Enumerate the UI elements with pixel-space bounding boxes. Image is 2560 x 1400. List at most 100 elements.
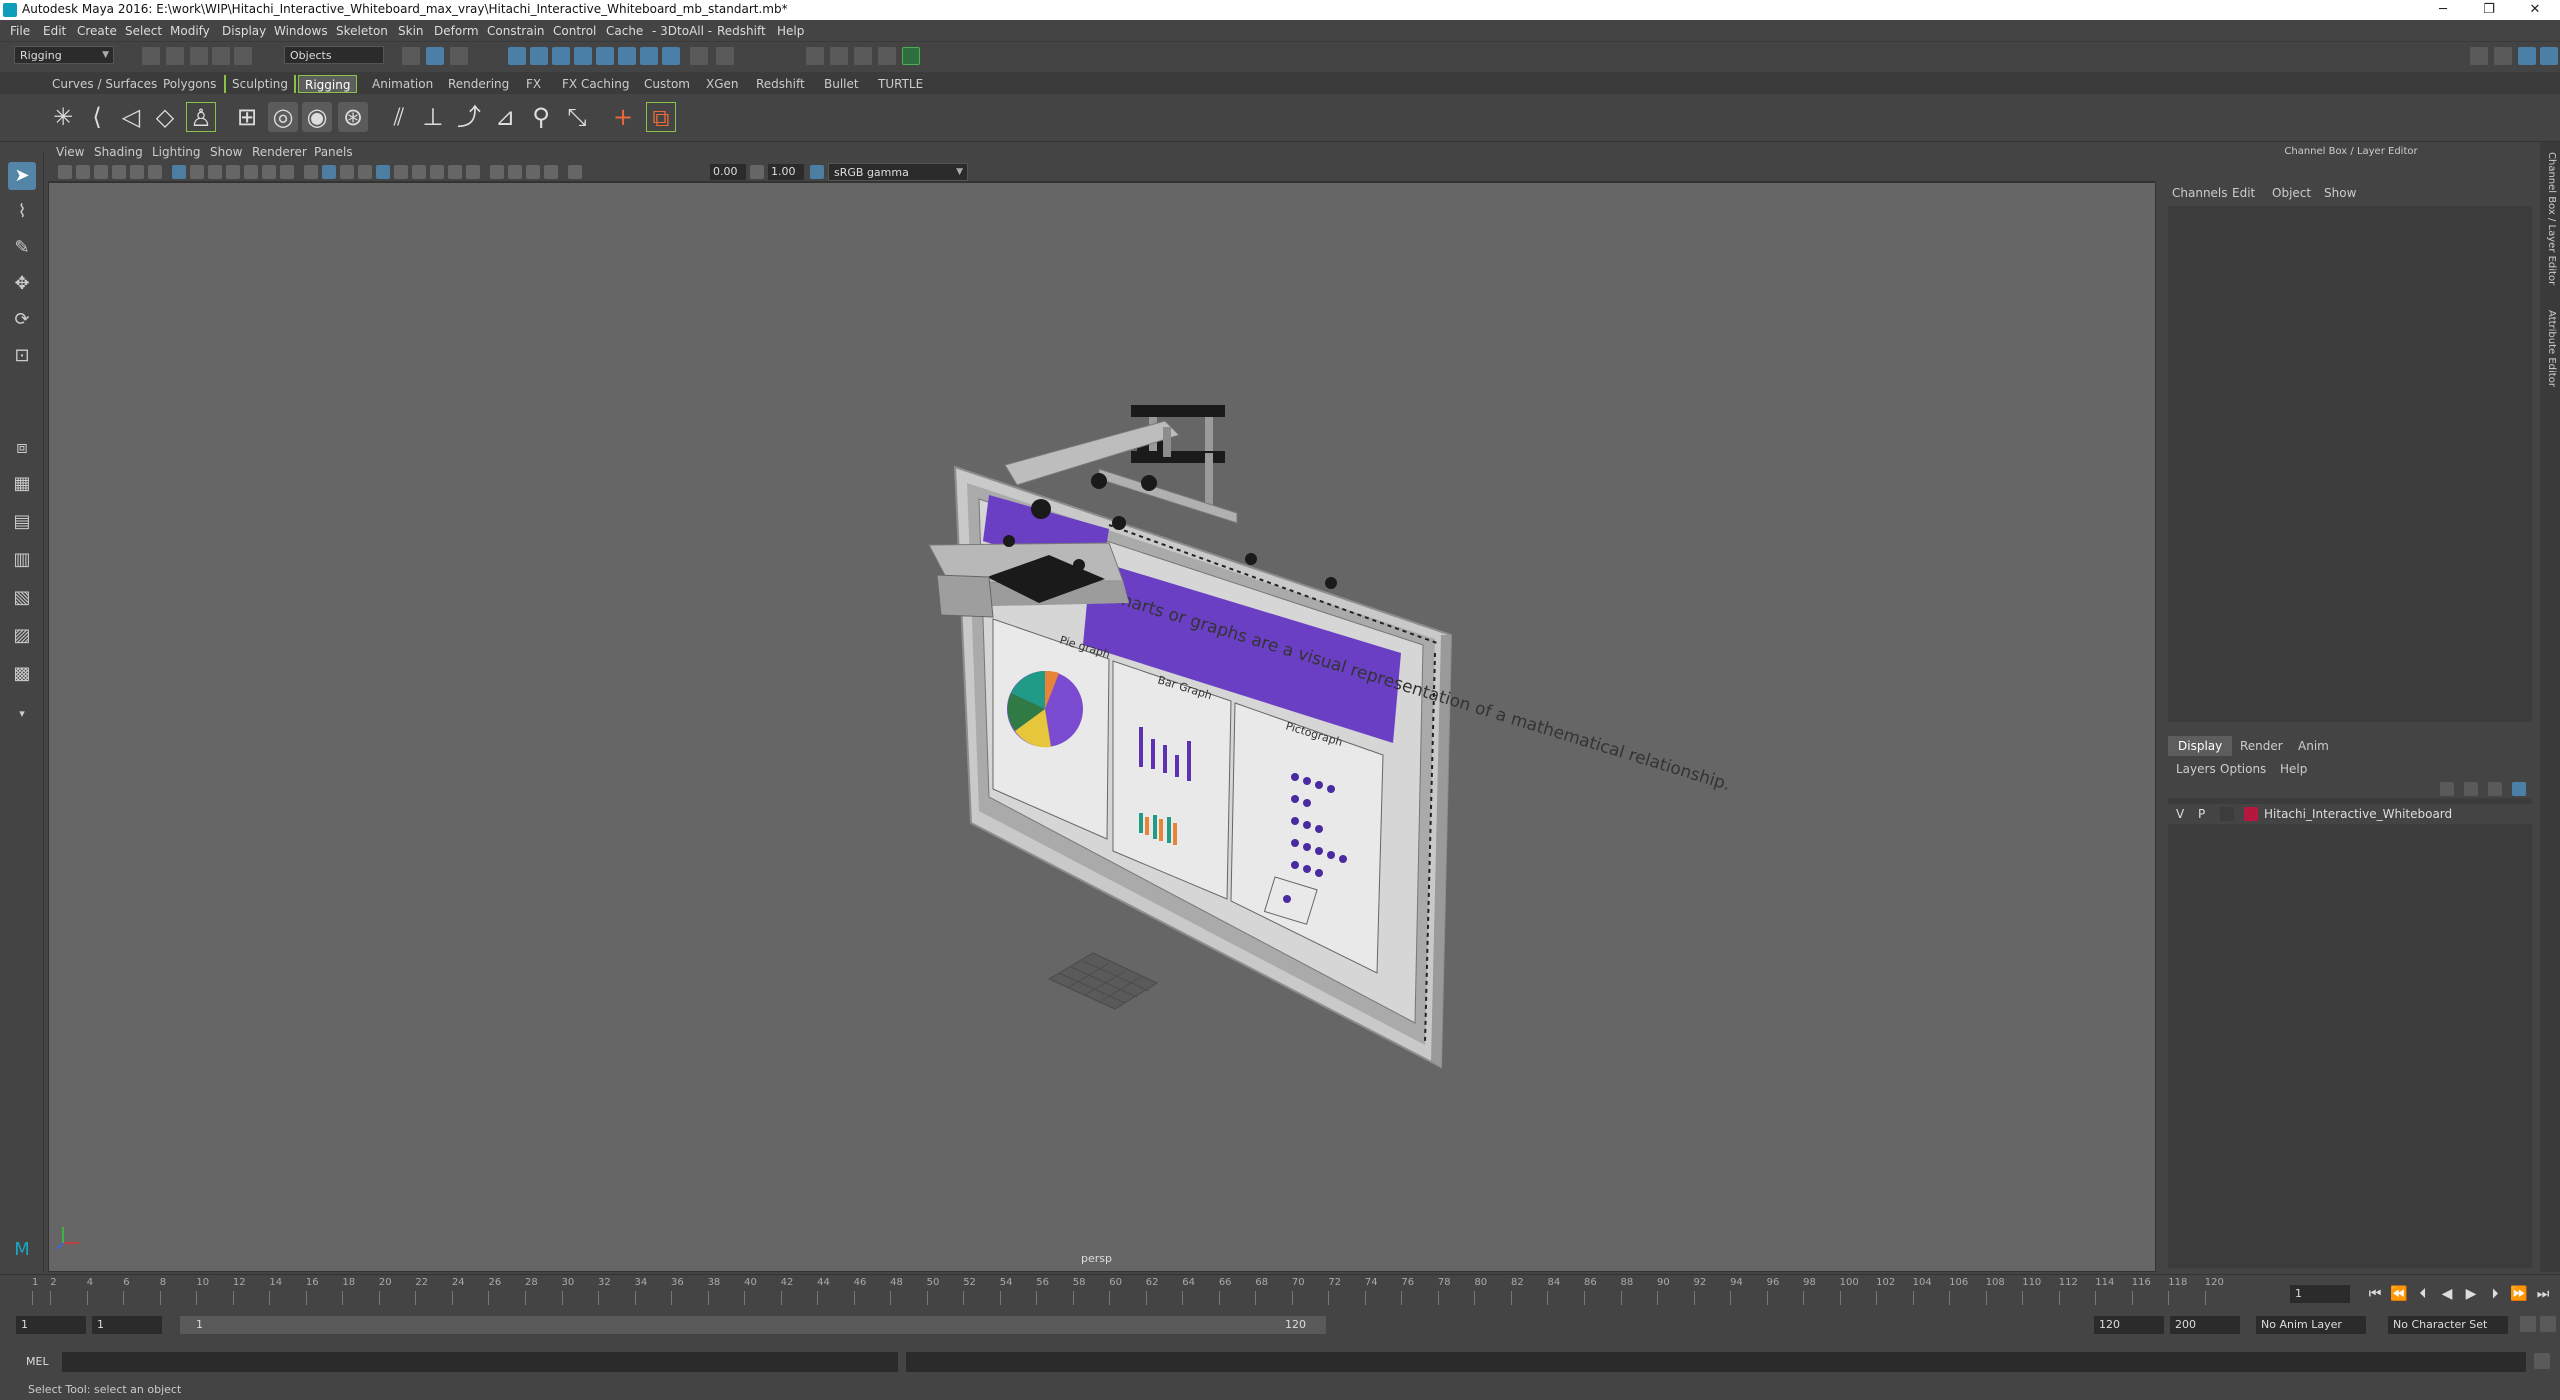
le-menu-help[interactable]: Help: [2280, 762, 2307, 776]
textured-icon[interactable]: [358, 165, 372, 179]
playback-start-field[interactable]: 1: [92, 1316, 162, 1334]
tab-sculpting[interactable]: Sculpting: [224, 75, 297, 93]
cb-menu-show[interactable]: Show: [2324, 186, 2356, 200]
selection-mode-dropdown[interactable]: Objects: [284, 46, 384, 64]
tab-fx-caching[interactable]: FX Caching: [556, 75, 635, 93]
layer-visibility-toggle[interactable]: V: [2176, 807, 2184, 821]
tab-render[interactable]: Render: [2230, 736, 2293, 756]
workspace-icon[interactable]: [2470, 47, 2488, 65]
parent-constraint-icon[interactable]: ⚲: [526, 102, 556, 132]
current-frame-field[interactable]: 1: [2290, 1285, 2350, 1303]
layout-outliner-icon[interactable]: ▧: [8, 584, 36, 612]
step-back-frame-icon[interactable]: ⏴: [2414, 1286, 2432, 1304]
gamma-field[interactable]: 1.00: [768, 164, 804, 180]
motion-blur-icon[interactable]: [430, 165, 444, 179]
tab-turtle[interactable]: TURTLE: [872, 75, 929, 93]
go-to-start-icon[interactable]: ⏮: [2366, 1286, 2384, 1304]
save-scene-icon[interactable]: [190, 47, 208, 65]
menu-edit[interactable]: Edit: [43, 24, 66, 38]
color-space-dropdown[interactable]: sRGB gamma ▼: [828, 163, 968, 181]
select-object-icon[interactable]: [426, 47, 444, 65]
menu-constrain[interactable]: Constrain: [487, 24, 545, 38]
step-forward-key-icon[interactable]: ⏩: [2510, 1286, 2528, 1304]
snap-point-icon[interactable]: [552, 47, 570, 65]
history-icon[interactable]: [716, 47, 734, 65]
auto-key-icon[interactable]: [2520, 1316, 2536, 1332]
use-all-lights-icon[interactable]: [376, 165, 390, 179]
snap-pivot-icon[interactable]: [640, 47, 658, 65]
restore-button[interactable]: ❐: [2466, 0, 2512, 20]
vp-menu-shading[interactable]: Shading: [94, 145, 143, 159]
shadows-icon[interactable]: [394, 165, 408, 179]
menu-help[interactable]: Help: [777, 24, 804, 38]
toggle-channel-box-icon[interactable]: [2518, 47, 2536, 65]
menu-3dtoall[interactable]: - 3DtoAll -: [652, 24, 712, 38]
tab-polygons[interactable]: Polygons: [157, 75, 222, 93]
tab-bullet[interactable]: Bullet: [818, 75, 865, 93]
bind-skin-icon[interactable]: ⊛: [338, 102, 368, 132]
two-d-pan-icon[interactable]: [130, 165, 144, 179]
screen-space-ao-icon[interactable]: [412, 165, 426, 179]
close-button[interactable]: ✕: [2512, 0, 2558, 20]
new-scene-icon[interactable]: [142, 47, 160, 65]
select-camera-icon[interactable]: [58, 165, 72, 179]
hypershade-icon[interactable]: [902, 47, 920, 65]
new-empty-layer-icon[interactable]: [2488, 782, 2502, 796]
layout-custom-icon[interactable]: ▩: [8, 660, 36, 688]
tab-redshift[interactable]: Redshift: [750, 75, 811, 93]
snap-grid-icon[interactable]: [508, 47, 526, 65]
camera-attributes-icon[interactable]: [76, 165, 90, 179]
layer-row[interactable]: V P Hitachi_Interactive_Whiteboard: [2168, 804, 2532, 824]
move-tool-icon[interactable]: ✥: [8, 270, 36, 298]
tab-xgen[interactable]: XGen: [700, 75, 745, 93]
locator-icon[interactable]: +: [608, 102, 638, 132]
tab-fx[interactable]: FX: [520, 75, 547, 93]
layer-name[interactable]: Hitachi_Interactive_Whiteboard: [2264, 807, 2452, 821]
menu-windows[interactable]: Windows: [274, 24, 328, 38]
select-component-icon[interactable]: [450, 47, 468, 65]
toggle-attribute-editor-icon[interactable]: [2540, 47, 2558, 65]
ik-handle-icon[interactable]: ⟨: [82, 102, 112, 132]
image-plane-icon[interactable]: [112, 165, 126, 179]
time-slider[interactable]: 1 2 4 6 8 10 12 14 16 18 20 22 24 26 28 30 32 34 36 38 40 42 4…: [0, 1274, 2560, 1310]
grease-pencil-icon[interactable]: [148, 165, 162, 179]
step-forward-frame-icon[interactable]: ⏵: [2486, 1286, 2504, 1304]
character-set-dropdown[interactable]: No Character Set: [2388, 1316, 2508, 1334]
tab-channel-box-layer-editor[interactable]: Channel Box / Layer Editor: [2543, 152, 2557, 292]
snap-live-icon[interactable]: [596, 47, 614, 65]
layer-display-type[interactable]: [2220, 807, 2234, 821]
vp-menu-renderer[interactable]: Renderer: [252, 145, 307, 159]
ipr-render-icon[interactable]: [854, 47, 872, 65]
tab-animation[interactable]: Animation: [366, 75, 439, 93]
anim-layer-dropdown[interactable]: No Anim Layer: [2256, 1316, 2366, 1334]
cluster-icon[interactable]: ⊞: [232, 102, 262, 132]
render-view-icon[interactable]: [806, 47, 824, 65]
le-menu-layers[interactable]: Layers: [2176, 762, 2216, 776]
vp-menu-view[interactable]: View: [56, 145, 84, 159]
open-scene-icon[interactable]: [166, 47, 184, 65]
menu-modify[interactable]: Modify: [170, 24, 210, 38]
tab-custom[interactable]: Custom: [638, 75, 696, 93]
safe-title-icon[interactable]: [280, 165, 294, 179]
soft-select-icon[interactable]: ⧈: [8, 434, 36, 462]
field-chart-icon[interactable]: [244, 165, 258, 179]
film-gate-icon[interactable]: [190, 165, 204, 179]
go-to-end-icon[interactable]: ⏭: [2534, 1286, 2552, 1304]
scale-tool-icon[interactable]: ⊡: [8, 342, 36, 370]
menu-create[interactable]: Create: [77, 24, 117, 38]
safe-action-icon[interactable]: [262, 165, 276, 179]
vp-menu-lighting[interactable]: Lighting: [152, 145, 201, 159]
orient-constraint-icon[interactable]: ⊿: [490, 102, 520, 132]
layer-playback-toggle[interactable]: P: [2198, 807, 2205, 821]
isolate-select-icon[interactable]: [490, 165, 504, 179]
exposure-icon[interactable]: [568, 165, 582, 179]
anti-aliasing-icon[interactable]: [448, 165, 462, 179]
human-ik-icon[interactable]: ♙: [186, 102, 216, 132]
viewport-persp[interactable]: Charts or graphs are a visual representa…: [48, 182, 2156, 1272]
lasso-tool-icon[interactable]: ⌇: [8, 198, 36, 226]
xray-joints-icon[interactable]: [526, 165, 540, 179]
vp-menu-show[interactable]: Show: [210, 145, 242, 159]
wireframe-on-shaded-icon[interactable]: [340, 165, 354, 179]
render-current-icon[interactable]: [830, 47, 848, 65]
bookmark-icon[interactable]: [94, 165, 108, 179]
